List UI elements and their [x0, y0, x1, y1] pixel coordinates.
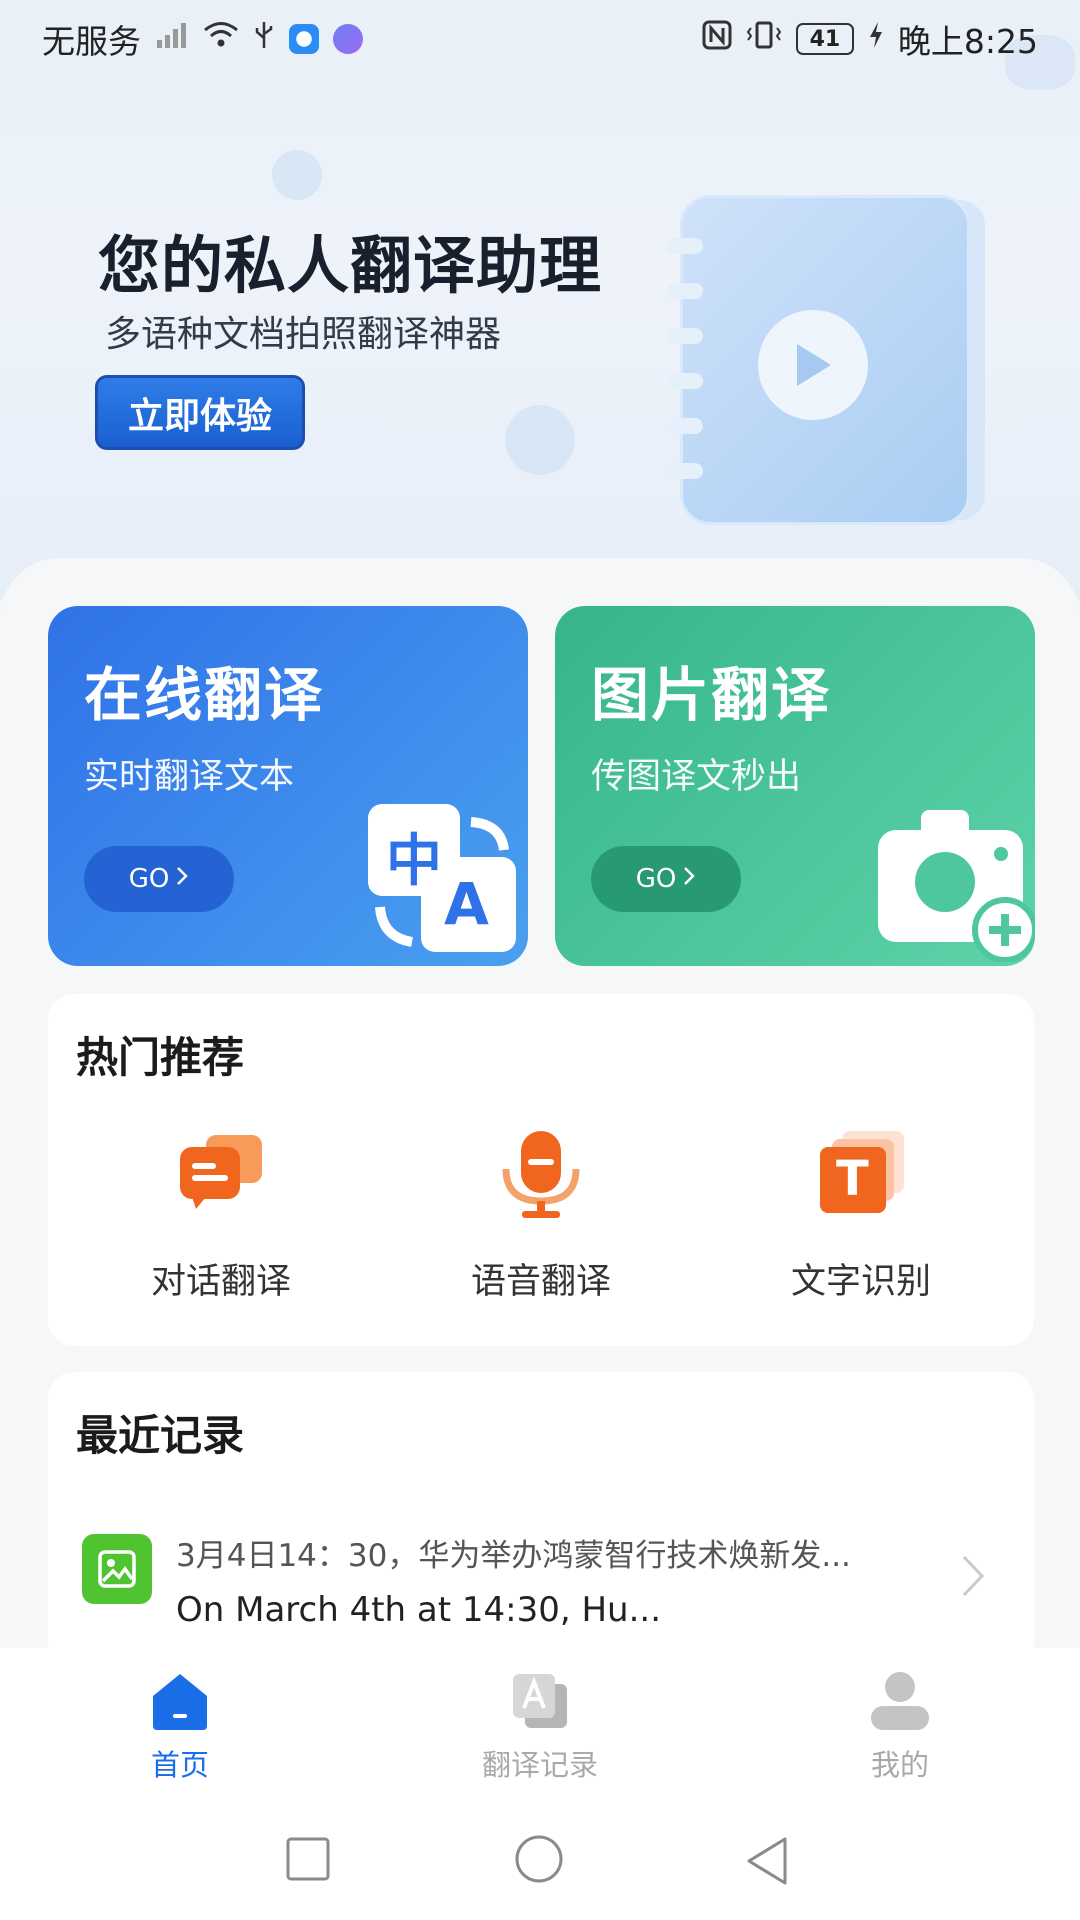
image-translate-card[interactable]: 图片翻译 传图译文秒出 GO	[555, 606, 1035, 966]
text-recognition-icon: T	[816, 1129, 906, 1219]
card-title: 图片翻译	[591, 661, 832, 729]
notebook-ring	[667, 373, 703, 389]
vibrate-icon	[746, 20, 782, 58]
notebook-ring	[667, 328, 703, 344]
online-translate-go-button[interactable]: GO	[84, 846, 234, 912]
tab-home[interactable]: 首页	[80, 1670, 280, 1784]
usb-icon	[253, 20, 275, 58]
tab-profile[interactable]: 我的	[800, 1670, 1000, 1784]
camera-plus-icon	[873, 802, 1035, 966]
hot-item-label: 文字识别	[790, 1262, 931, 1302]
go-label: GO	[635, 864, 677, 894]
decor-bubble	[272, 150, 322, 200]
microphone-icon	[496, 1129, 586, 1219]
card-title: 在线翻译	[84, 661, 325, 729]
hot-recommend-panel: 热门推荐 对话翻译 语音翻译 T 文字识别	[48, 994, 1034, 1346]
notebook-ring	[667, 238, 703, 254]
tab-label: 首页	[150, 1748, 209, 1782]
text-glyph: T	[836, 1151, 869, 1207]
notebook-ring	[667, 418, 703, 434]
card-subtitle: 实时翻译文本	[84, 757, 295, 797]
play-icon	[758, 310, 868, 420]
notebook-illustration	[667, 195, 970, 525]
hot-item-label: 对话翻译	[150, 1262, 291, 1302]
tab-label: 我的	[870, 1748, 929, 1782]
signal-icon	[155, 20, 189, 58]
text-recognition-item[interactable]: T 文字识别	[761, 1129, 961, 1304]
chevron-right-icon	[682, 864, 696, 894]
chevron-right-icon	[960, 1552, 986, 1612]
tab-label: 翻译记录	[481, 1748, 598, 1782]
image-icon	[82, 1534, 152, 1604]
clock-text: 晚上8:25	[897, 22, 1038, 61]
back-button[interactable]	[745, 1836, 789, 1890]
decor-bubble	[505, 405, 575, 475]
status-bar: 无服务 41 晚上8:25	[0, 0, 1080, 78]
tab-translate-record[interactable]: 翻译记录	[440, 1670, 640, 1784]
hero-title: 您的私人翻译助理	[98, 229, 603, 302]
hot-section-title: 热门推荐	[76, 1033, 245, 1082]
carrier-text: 无服务	[42, 22, 141, 61]
bottom-navigation: 首页 翻译记录 我的	[0, 1648, 1080, 1798]
system-navigation-bar	[0, 1798, 1080, 1920]
recent-apps-button[interactable]	[285, 1836, 331, 1886]
profile-icon	[869, 1670, 931, 1732]
zh-glyph: 中	[386, 829, 442, 894]
hero-banner[interactable]: 无服务 41 晚上8:25 您的私人翻译助理 多语种文档拍照翻译神器 立即体验	[0, 0, 1080, 600]
dialogue-translate-item[interactable]: 对话翻译	[121, 1129, 321, 1304]
zh-en-translate-icon: 中 A	[366, 802, 528, 966]
charging-icon	[868, 21, 884, 57]
chevron-right-icon	[175, 864, 189, 894]
translate-record-icon	[509, 1670, 571, 1732]
wifi-icon	[203, 21, 239, 57]
hero-subtitle: 多语种文档拍照翻译神器	[105, 314, 502, 355]
recent-section-title: 最近记录	[76, 1411, 245, 1460]
app-notification-icon	[289, 24, 319, 54]
voice-translate-item[interactable]: 语音翻译	[441, 1129, 641, 1304]
home-button[interactable]	[514, 1834, 564, 1888]
music-notification-icon	[333, 24, 363, 54]
record-source-text: 3月4日14：30，华为举办鸿蒙智行技术焕新发...	[176, 1538, 851, 1574]
en-glyph: A	[444, 870, 489, 938]
battery-indicator: 41	[795, 23, 854, 55]
recent-records-panel: 最近记录 3月4日14：30，华为举办鸿蒙智行技术焕新发... On March…	[48, 1372, 1034, 1672]
record-row[interactable]: 3月4日14：30，华为举办鸿蒙智行技术焕新发... On March 4th …	[76, 1512, 1006, 1642]
notebook-ring	[667, 283, 703, 299]
go-label: GO	[128, 864, 170, 894]
chat-bubbles-icon	[176, 1129, 266, 1219]
record-translation-text: On March 4th at 14:30, Hu...	[176, 1590, 661, 1630]
image-translate-go-button[interactable]: GO	[591, 846, 741, 912]
card-subtitle: 传图译文秒出	[591, 757, 802, 797]
home-icon	[149, 1670, 211, 1732]
notebook-ring	[667, 463, 703, 479]
hot-item-label: 语音翻译	[470, 1262, 611, 1302]
nfc-icon	[702, 20, 732, 58]
online-translate-card[interactable]: 在线翻译 实时翻译文本 GO 中 A	[48, 606, 528, 966]
try-now-button[interactable]: 立即体验	[95, 375, 305, 450]
